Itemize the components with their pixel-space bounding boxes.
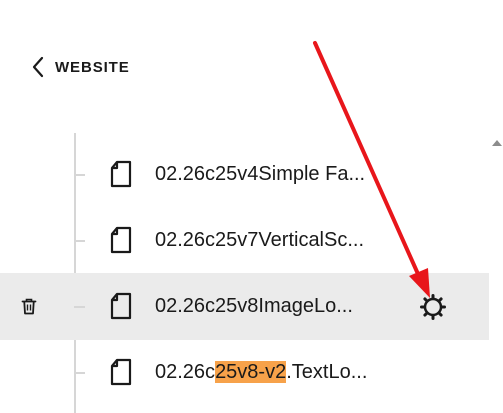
page-title: 02.26c25v8ImageLo... <box>155 293 353 319</box>
page-title-text: 02.26c25v8ImageLo... <box>155 295 353 317</box>
page-title-text: 02.26c25v4Simple Fa... <box>155 163 366 185</box>
page-title: 02.26c25v7VerticalSc... <box>155 227 364 253</box>
tree-tick <box>74 306 85 308</box>
tree-tick <box>74 372 85 374</box>
page-title: 02.26c25v4Simple Fa... <box>155 161 365 187</box>
page-row-1[interactable]: 02.26c25v4Simple Fa... <box>0 141 489 208</box>
gear-icon[interactable] <box>419 293 447 321</box>
page-title-text: 02.26c25v7VerticalSc... <box>155 229 365 251</box>
page-row-2[interactable]: 02.26c25v7VerticalSc... <box>0 207 489 274</box>
scroll-up-arrow-icon[interactable] <box>492 140 502 146</box>
page-row-3-selected[interactable]: 02.26c25v8ImageLo... <box>0 273 489 340</box>
trash-icon[interactable] <box>21 298 37 315</box>
page-icon <box>110 358 132 386</box>
page-title-prefix: 02.26c <box>155 361 216 383</box>
tree-tick <box>74 240 85 242</box>
scrollbar[interactable] <box>489 108 503 413</box>
page-icon <box>110 226 132 254</box>
back-to-website-button[interactable]: WEBSITE <box>32 55 130 79</box>
back-label: WEBSITE <box>55 58 130 76</box>
page-title: 02.26c25v8-v2.TextLo... <box>155 359 367 385</box>
page-row-4[interactable]: 02.26c25v8-v2.TextLo... <box>0 339 489 406</box>
chevron-left-icon <box>32 56 44 78</box>
search-highlight: 25v8-v2 <box>215 361 287 383</box>
page-title-suffix: .TextLo... <box>286 361 368 383</box>
tree-tick <box>74 174 85 176</box>
page-icon <box>110 160 132 188</box>
page-icon <box>110 292 132 320</box>
